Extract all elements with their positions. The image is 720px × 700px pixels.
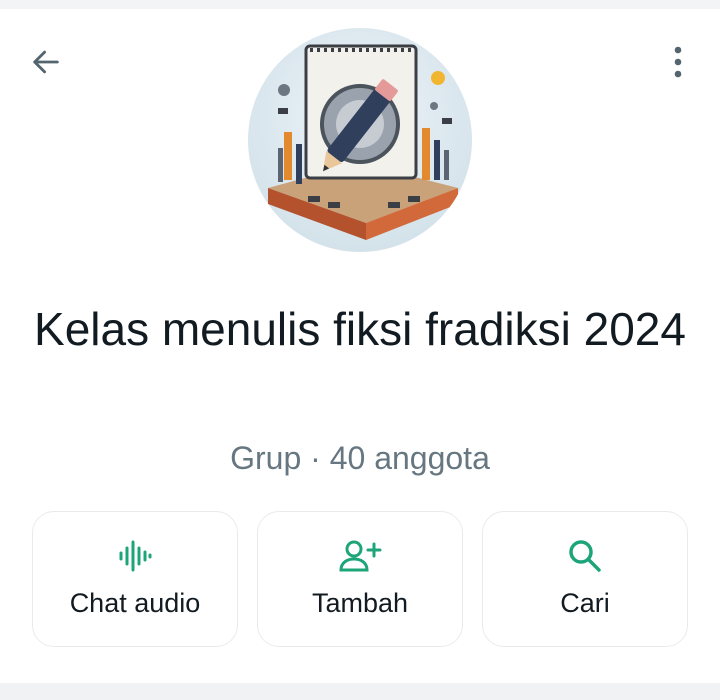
search-label: Cari [560, 588, 610, 618]
group-avatar[interactable] [248, 28, 472, 252]
chat-audio-button[interactable]: Chat audio [32, 511, 238, 647]
arrow-left-icon [33, 50, 59, 74]
chat-audio-label: Chat audio [69, 588, 201, 618]
group-member-count: Grup · 40 anggota [230, 440, 490, 476]
section-divider [0, 683, 720, 700]
more-options-button[interactable] [660, 42, 696, 82]
back-button[interactable] [26, 42, 66, 82]
add-person-icon [339, 540, 382, 572]
add-member-button[interactable]: Tambah [257, 511, 463, 647]
audio-wave-icon [119, 540, 152, 572]
group-avatar-image [248, 28, 472, 252]
more-vertical-icon [674, 46, 682, 78]
quick-actions: Chat audio Tambah Cari [32, 511, 688, 649]
add-member-label: Tambah [311, 588, 409, 618]
top-divider [0, 0, 720, 9]
search-button[interactable]: Cari [482, 511, 688, 647]
search-icon [569, 540, 601, 572]
group-name[interactable]: Kelas menulis fiksi fradiksi 2024 [20, 300, 700, 358]
